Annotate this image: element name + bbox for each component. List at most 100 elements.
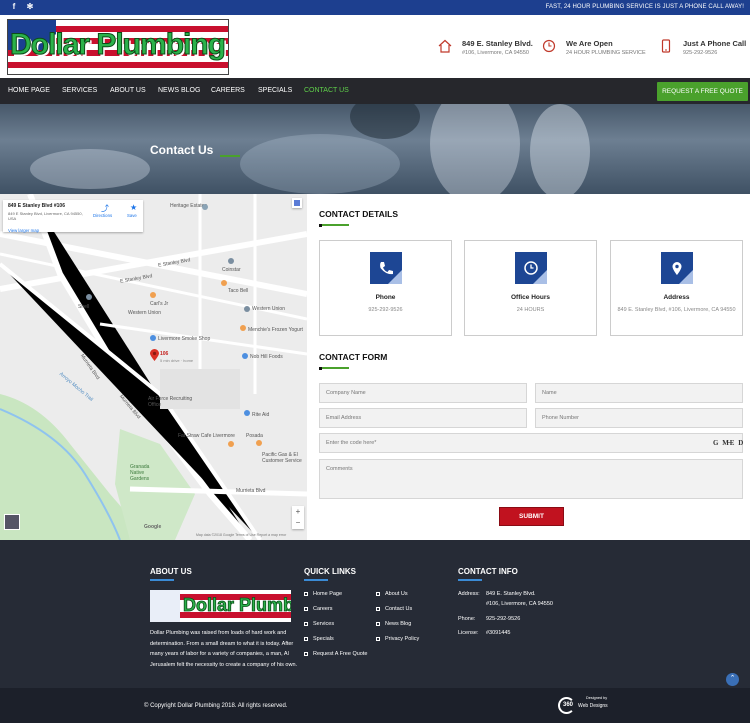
home-icon (438, 39, 452, 55)
footer-license: #3091445 (486, 630, 511, 636)
zoom-out-button[interactable]: − (292, 517, 304, 528)
contact-card-phone: Phone 925-292-9526 (319, 240, 452, 336)
map-save-link[interactable]: Save (127, 213, 137, 218)
map-label-rite-aid: Rite Aid (252, 412, 270, 418)
contact-card-hours: Office Hours 24 HOURS (464, 240, 597, 336)
nav-careers[interactable]: CAREERS (211, 87, 245, 94)
site-footer: ABOUT US Dollar Plumbing Dollar Plumbing… (0, 540, 750, 688)
designer-logo[interactable]: Designed by 360 Web Designs (556, 695, 612, 717)
footer-link-specials[interactable]: Specials (304, 636, 334, 642)
contact-card-hours-value: 24 HOURS (516, 307, 545, 313)
footer-link-home[interactable]: Home Page (304, 591, 342, 597)
map-poi-posada[interactable] (256, 440, 262, 446)
nav-home-page[interactable]: HOME PAGE (8, 87, 50, 94)
footer-contact-heading: CONTACT INFO (458, 567, 518, 576)
footer-logo[interactable]: Dollar Plumbing (150, 590, 291, 622)
map-poi-carls[interactable] (150, 292, 156, 298)
map-pin-icon[interactable] (150, 349, 159, 361)
footer-link-news[interactable]: News Blog (376, 621, 411, 627)
map-pin-sublabel: 5 min drive · home (160, 358, 194, 363)
footer-phone[interactable]: 925-292-9526 (486, 616, 520, 622)
footer-link-quote[interactable]: Request A Free Quote (304, 651, 367, 657)
map-poi-menchies[interactable] (240, 325, 246, 331)
submit-button[interactable]: SUBMIT (499, 507, 564, 526)
footer-link-services[interactable]: Services (304, 621, 334, 627)
nav-news-blog[interactable]: NEWS BLOG (158, 87, 200, 94)
map-poi-tacobell[interactable] (221, 280, 227, 286)
footer-link-careers[interactable]: Careers (304, 606, 333, 612)
contact-card-address-label: Address (663, 294, 690, 301)
site-logo[interactable]: Dollar Plumbing (7, 19, 229, 75)
map-zoom-control: + − (292, 506, 304, 529)
header-hours-sub: 24 HOUR PLUMBING SERVICE (566, 50, 646, 56)
footer-logo-wordmark: Dollar Plumbing (183, 595, 291, 616)
footer-link-privacy[interactable]: Privacy Policy (376, 636, 419, 642)
map-label-western-union-2: Western Union (252, 306, 285, 312)
nav-contact-us[interactable]: CONTACT US (304, 87, 349, 94)
map-poi-coinstar[interactable] (228, 258, 234, 264)
yelp-icon[interactable]: ✻ (24, 2, 36, 11)
fullscreen-icon[interactable] (292, 198, 302, 208)
heading-bullet (319, 367, 322, 370)
map-pin-label: 106 (160, 351, 169, 357)
map-poi-smoke-shop[interactable] (150, 335, 156, 341)
map-poi-fat-straw[interactable] (228, 441, 234, 447)
contact-form-heading: CONTACT FORM (319, 352, 388, 362)
map-satellite-toggle[interactable] (4, 514, 20, 530)
request-quote-button[interactable]: REQUEST A FREE QUOTE (657, 82, 748, 101)
map-label-granada: Granada Native Gardens (130, 464, 150, 482)
nav-about-us[interactable]: ABOUT US (110, 87, 146, 94)
view-larger-map-link[interactable]: View larger map (8, 228, 39, 233)
captcha-image: G M̶E D (713, 439, 745, 447)
captcha-field[interactable]: Enter the code here* (319, 433, 743, 453)
contact-card-phone-value[interactable]: 925-292-9526 (320, 307, 451, 313)
map-poi-heritage[interactable] (202, 204, 208, 210)
company-name-field[interactable]: Company Name (319, 383, 527, 403)
designer-name: Web Designs (578, 703, 608, 709)
map-label-coinstar: Coinstar (222, 267, 241, 273)
name-field[interactable]: Name (535, 383, 743, 403)
page-title: Contact Us (150, 143, 214, 157)
designer-credit: Designed by (586, 696, 608, 700)
page-title-underline (220, 155, 240, 157)
logo-wordmark: Dollar Plumbing (9, 28, 226, 62)
map-label-shell: Shell (78, 304, 90, 310)
footer-address-label: Address: (458, 591, 480, 597)
star-icon[interactable]: ★ (130, 203, 137, 212)
map-label-fat-straw: Fat Straw Cafe Livermore (178, 433, 235, 439)
map-poi-western-union[interactable] (244, 306, 250, 312)
footer-link-about[interactable]: About Us (376, 591, 408, 597)
map-label-nob-hill: Nob Hill Foods (250, 354, 283, 360)
phone-field[interactable]: Phone Number (535, 408, 743, 428)
map-poi-rite-aid[interactable] (244, 410, 250, 416)
map-label-menchies: Menchie's Frozen Yogurt (248, 327, 303, 333)
comments-field[interactable]: Comments (319, 459, 743, 499)
header-phone-number[interactable]: 925-292-9526 (683, 50, 717, 56)
scroll-to-top-button[interactable]: ⌃ (726, 673, 739, 686)
map-place-card: 849 E Stanley Blvd #106 849 E Stanley Bl… (3, 200, 143, 233)
contact-details-underline (319, 224, 349, 226)
nav-specials[interactable]: SPECIALS (258, 87, 292, 94)
email-field[interactable]: Email Address (319, 408, 527, 428)
footer-link-contact[interactable]: Contact Us (376, 606, 412, 612)
map-attribution[interactable]: Map data ©2018 Google Terms of Use Repor… (196, 533, 286, 537)
map-poi-nob-hill[interactable] (242, 353, 248, 359)
google-logo: Google (144, 524, 162, 530)
contact-details-heading: CONTACT DETAILS (319, 209, 399, 219)
map-label-tacobell: Taco Bell (228, 288, 249, 294)
footer-about-heading: ABOUT US (150, 567, 192, 576)
facebook-icon[interactable]: f (8, 2, 20, 11)
header-phone-title: Just A Phone Call (683, 39, 747, 48)
top-bar: f ✻ FAST, 24 HOUR PLUMBING SERVICE IS JU… (0, 0, 750, 15)
footer-about-text: Dollar Plumbing was raised from loads of… (150, 630, 298, 668)
map-poi-shell[interactable] (86, 294, 92, 300)
main-nav: HOME PAGE SERVICES ABOUT US NEWS BLOG CA… (0, 78, 750, 104)
map-label-smoke-shop: Livermore Smoke Shop (158, 336, 211, 342)
copyright-bar: © Copyright Dollar Plumbing 2018. All ri… (0, 688, 750, 723)
hero-banner: Contact Us (0, 104, 750, 194)
directions-icon[interactable]: ⤴ (101, 203, 109, 214)
zoom-in-button[interactable]: + (292, 506, 304, 517)
google-map[interactable]: 849 E Stanley Blvd #106 849 E Stanley Bl… (0, 194, 307, 540)
clock-icon (515, 252, 547, 284)
nav-services[interactable]: SERVICES (62, 87, 97, 94)
